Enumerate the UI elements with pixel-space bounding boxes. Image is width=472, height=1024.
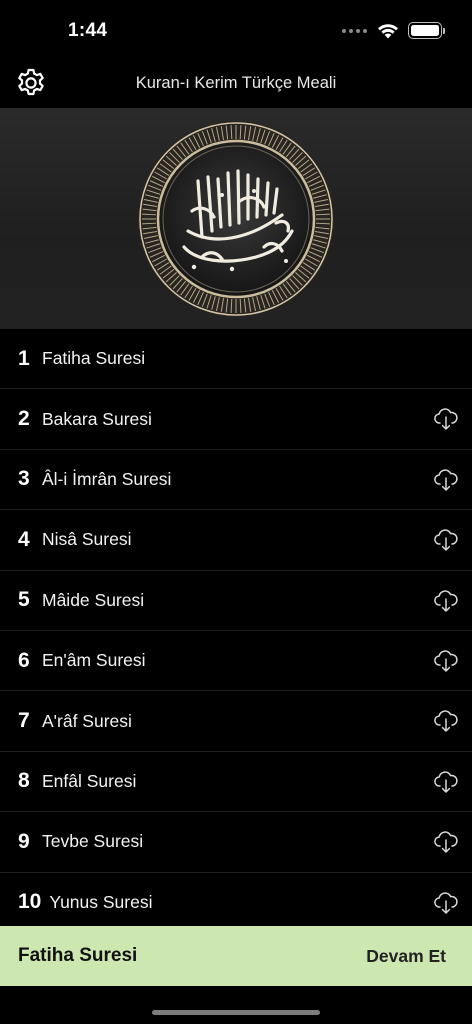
surah-name: Mâide Suresi: [42, 589, 145, 610]
status-bar: 1:44: [0, 0, 472, 62]
surah-name: En'âm Suresi: [42, 650, 146, 671]
surah-number: 1: [18, 346, 30, 370]
surah-list-item[interactable]: 9 Tevbe Suresi: [0, 812, 472, 873]
surah-list[interactable]: 1 Fatiha Suresi 2 Bakara Suresi 3 Âl-i İmrân …: [0, 329, 472, 926]
cloud-download-icon[interactable]: [433, 708, 459, 734]
surah-number: 7: [18, 709, 30, 733]
cloud-download-icon[interactable]: [433, 527, 459, 553]
cloud-download-icon[interactable]: [433, 829, 459, 855]
battery-icon: [408, 22, 445, 39]
surah-list-item[interactable]: 7 A'râf Suresi: [0, 691, 472, 752]
surah-number: 8: [18, 769, 30, 793]
surah-number: 4: [18, 527, 30, 551]
header-banner: [0, 108, 472, 329]
surah-list-item[interactable]: 6 En'âm Suresi: [0, 631, 472, 692]
surah-number: 10: [18, 890, 42, 914]
surah-name: Tevbe Suresi: [42, 831, 144, 852]
surah-list-item[interactable]: 1 Fatiha Suresi: [0, 329, 472, 390]
surah-name: Enfâl Suresi: [42, 770, 137, 791]
cloud-download-icon[interactable]: [433, 406, 459, 432]
surah-list-item[interactable]: 3 Âl-i İmrân Suresi: [0, 450, 472, 511]
surah-list-item[interactable]: 4 Nisâ Suresi: [0, 510, 472, 571]
surah-name: Fatiha Suresi: [42, 348, 146, 369]
surah-name: Nisâ Suresi: [42, 529, 132, 550]
surah-list-item[interactable]: 8 Enfâl Suresi: [0, 752, 472, 813]
status-time: 1:44: [68, 20, 108, 41]
cloud-download-icon[interactable]: [433, 769, 459, 795]
page-title: Kuran-ı Kerim Türkçe Meali: [135, 74, 337, 92]
status-icons: [342, 22, 445, 39]
surah-list-item[interactable]: 5 Mâide Suresi: [0, 571, 472, 631]
surah-list-item[interactable]: 10 Yunus Suresi: [0, 873, 472, 926]
nav-bar: Kuran-ı Kerim Türkçe Meali: [0, 62, 472, 108]
cloud-download-icon[interactable]: [433, 467, 459, 493]
surah-name: Âl-i İmrân Suresi: [42, 468, 172, 489]
surah-number: 3: [18, 467, 30, 491]
bismillah-calligraphy-image: [138, 120, 334, 317]
surah-name: Yunus Suresi: [49, 891, 153, 912]
cloud-download-icon[interactable]: [433, 588, 459, 614]
current-surah-title: Fatiha Suresi: [18, 945, 138, 966]
continue-button[interactable]: Devam Et: [366, 946, 446, 967]
surah-list-item[interactable]: 2 Bakara Suresi: [0, 389, 472, 450]
surah-name: A'râf Suresi: [42, 710, 132, 731]
surah-number: 6: [18, 648, 30, 672]
cloud-download-icon[interactable]: [433, 648, 459, 674]
continue-reading-bar[interactable]: Fatiha Suresi Devam Et: [0, 926, 472, 986]
surah-number: 2: [18, 407, 30, 431]
surah-number: 9: [18, 829, 30, 853]
cellular-signal-icon: [342, 28, 367, 33]
cloud-download-icon[interactable]: [433, 890, 459, 916]
surah-number: 5: [18, 588, 30, 612]
wifi-icon: [378, 23, 398, 38]
home-indicator: [152, 1010, 320, 1015]
surah-name: Bakara Suresi: [42, 408, 152, 429]
